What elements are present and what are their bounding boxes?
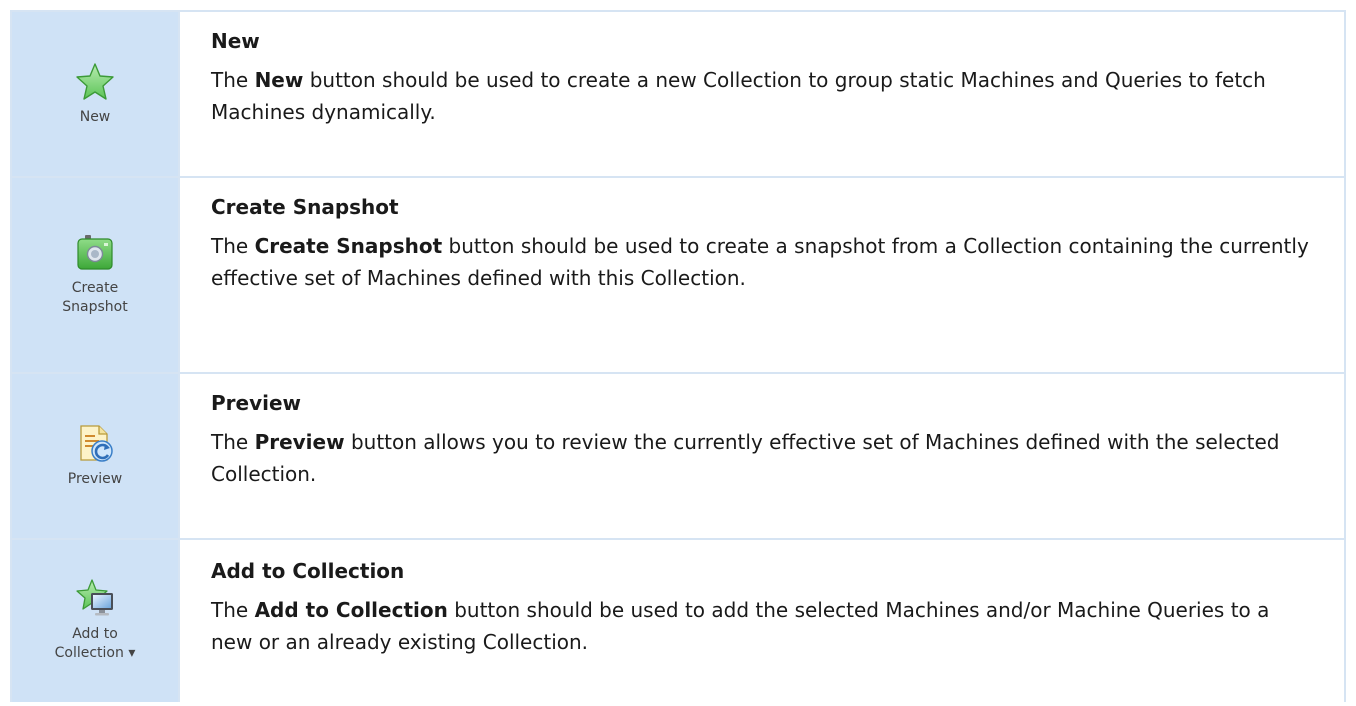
- row-description: The Preview button allows you to review …: [211, 426, 1314, 490]
- row-content: Add to Collection The Add to Collection …: [180, 540, 1344, 702]
- desc-text: button allows you to review the currentl…: [211, 430, 1280, 486]
- camera-icon: [75, 233, 115, 273]
- row-content: Preview The Preview button allows you to…: [180, 374, 1344, 538]
- row-description: The New button should be used to create …: [211, 64, 1314, 128]
- table-row: Preview Preview The Preview button allow…: [12, 374, 1344, 540]
- new-button-label: New: [79, 108, 111, 125]
- desc-bold-text: Create Snapshot: [254, 234, 443, 258]
- desc-text: The: [211, 598, 255, 622]
- row-title: New: [211, 29, 260, 53]
- create-snapshot-button-label: Create Snapshot: [62, 280, 128, 315]
- desc-text: The: [211, 234, 255, 258]
- desc-bold-text: New: [254, 68, 304, 92]
- row-title: Preview: [211, 391, 302, 415]
- row-title: Create Snapshot: [211, 195, 399, 219]
- desc-text: The: [211, 68, 255, 92]
- star-monitor-icon: [75, 579, 115, 619]
- row-content: New The New button should be used to cre…: [180, 12, 1344, 176]
- desc-bold-text: Add to Collection: [254, 598, 448, 622]
- preview-button[interactable]: Preview: [12, 374, 180, 538]
- preview-button-label: Preview: [67, 470, 123, 487]
- add-to-collection-button-label: Add to Collection ▾: [54, 626, 136, 661]
- create-snapshot-button[interactable]: Create Snapshot: [12, 178, 180, 372]
- new-button[interactable]: New: [12, 12, 180, 176]
- star-icon: [75, 62, 115, 102]
- preview-icon: [75, 424, 115, 464]
- row-description: The Create Snapshot button should be use…: [211, 230, 1314, 294]
- table-row: Create Snapshot Create Snapshot The Crea…: [12, 178, 1344, 374]
- button-reference-table: New New The New button should be used to…: [10, 10, 1346, 702]
- desc-bold-text: Preview: [254, 430, 345, 454]
- row-description: The Add to Collection button should be u…: [211, 594, 1314, 658]
- table-row: Add to Collection ▾ Add to Collection Th…: [12, 540, 1344, 702]
- add-to-collection-button[interactable]: Add to Collection ▾: [12, 540, 180, 702]
- desc-text: The: [211, 430, 255, 454]
- desc-text: button should be used to create a new Co…: [211, 68, 1266, 124]
- row-content: Create Snapshot The Create Snapshot butt…: [180, 178, 1344, 372]
- row-title: Add to Collection: [211, 559, 405, 583]
- table-row: New New The New button should be used to…: [12, 12, 1344, 178]
